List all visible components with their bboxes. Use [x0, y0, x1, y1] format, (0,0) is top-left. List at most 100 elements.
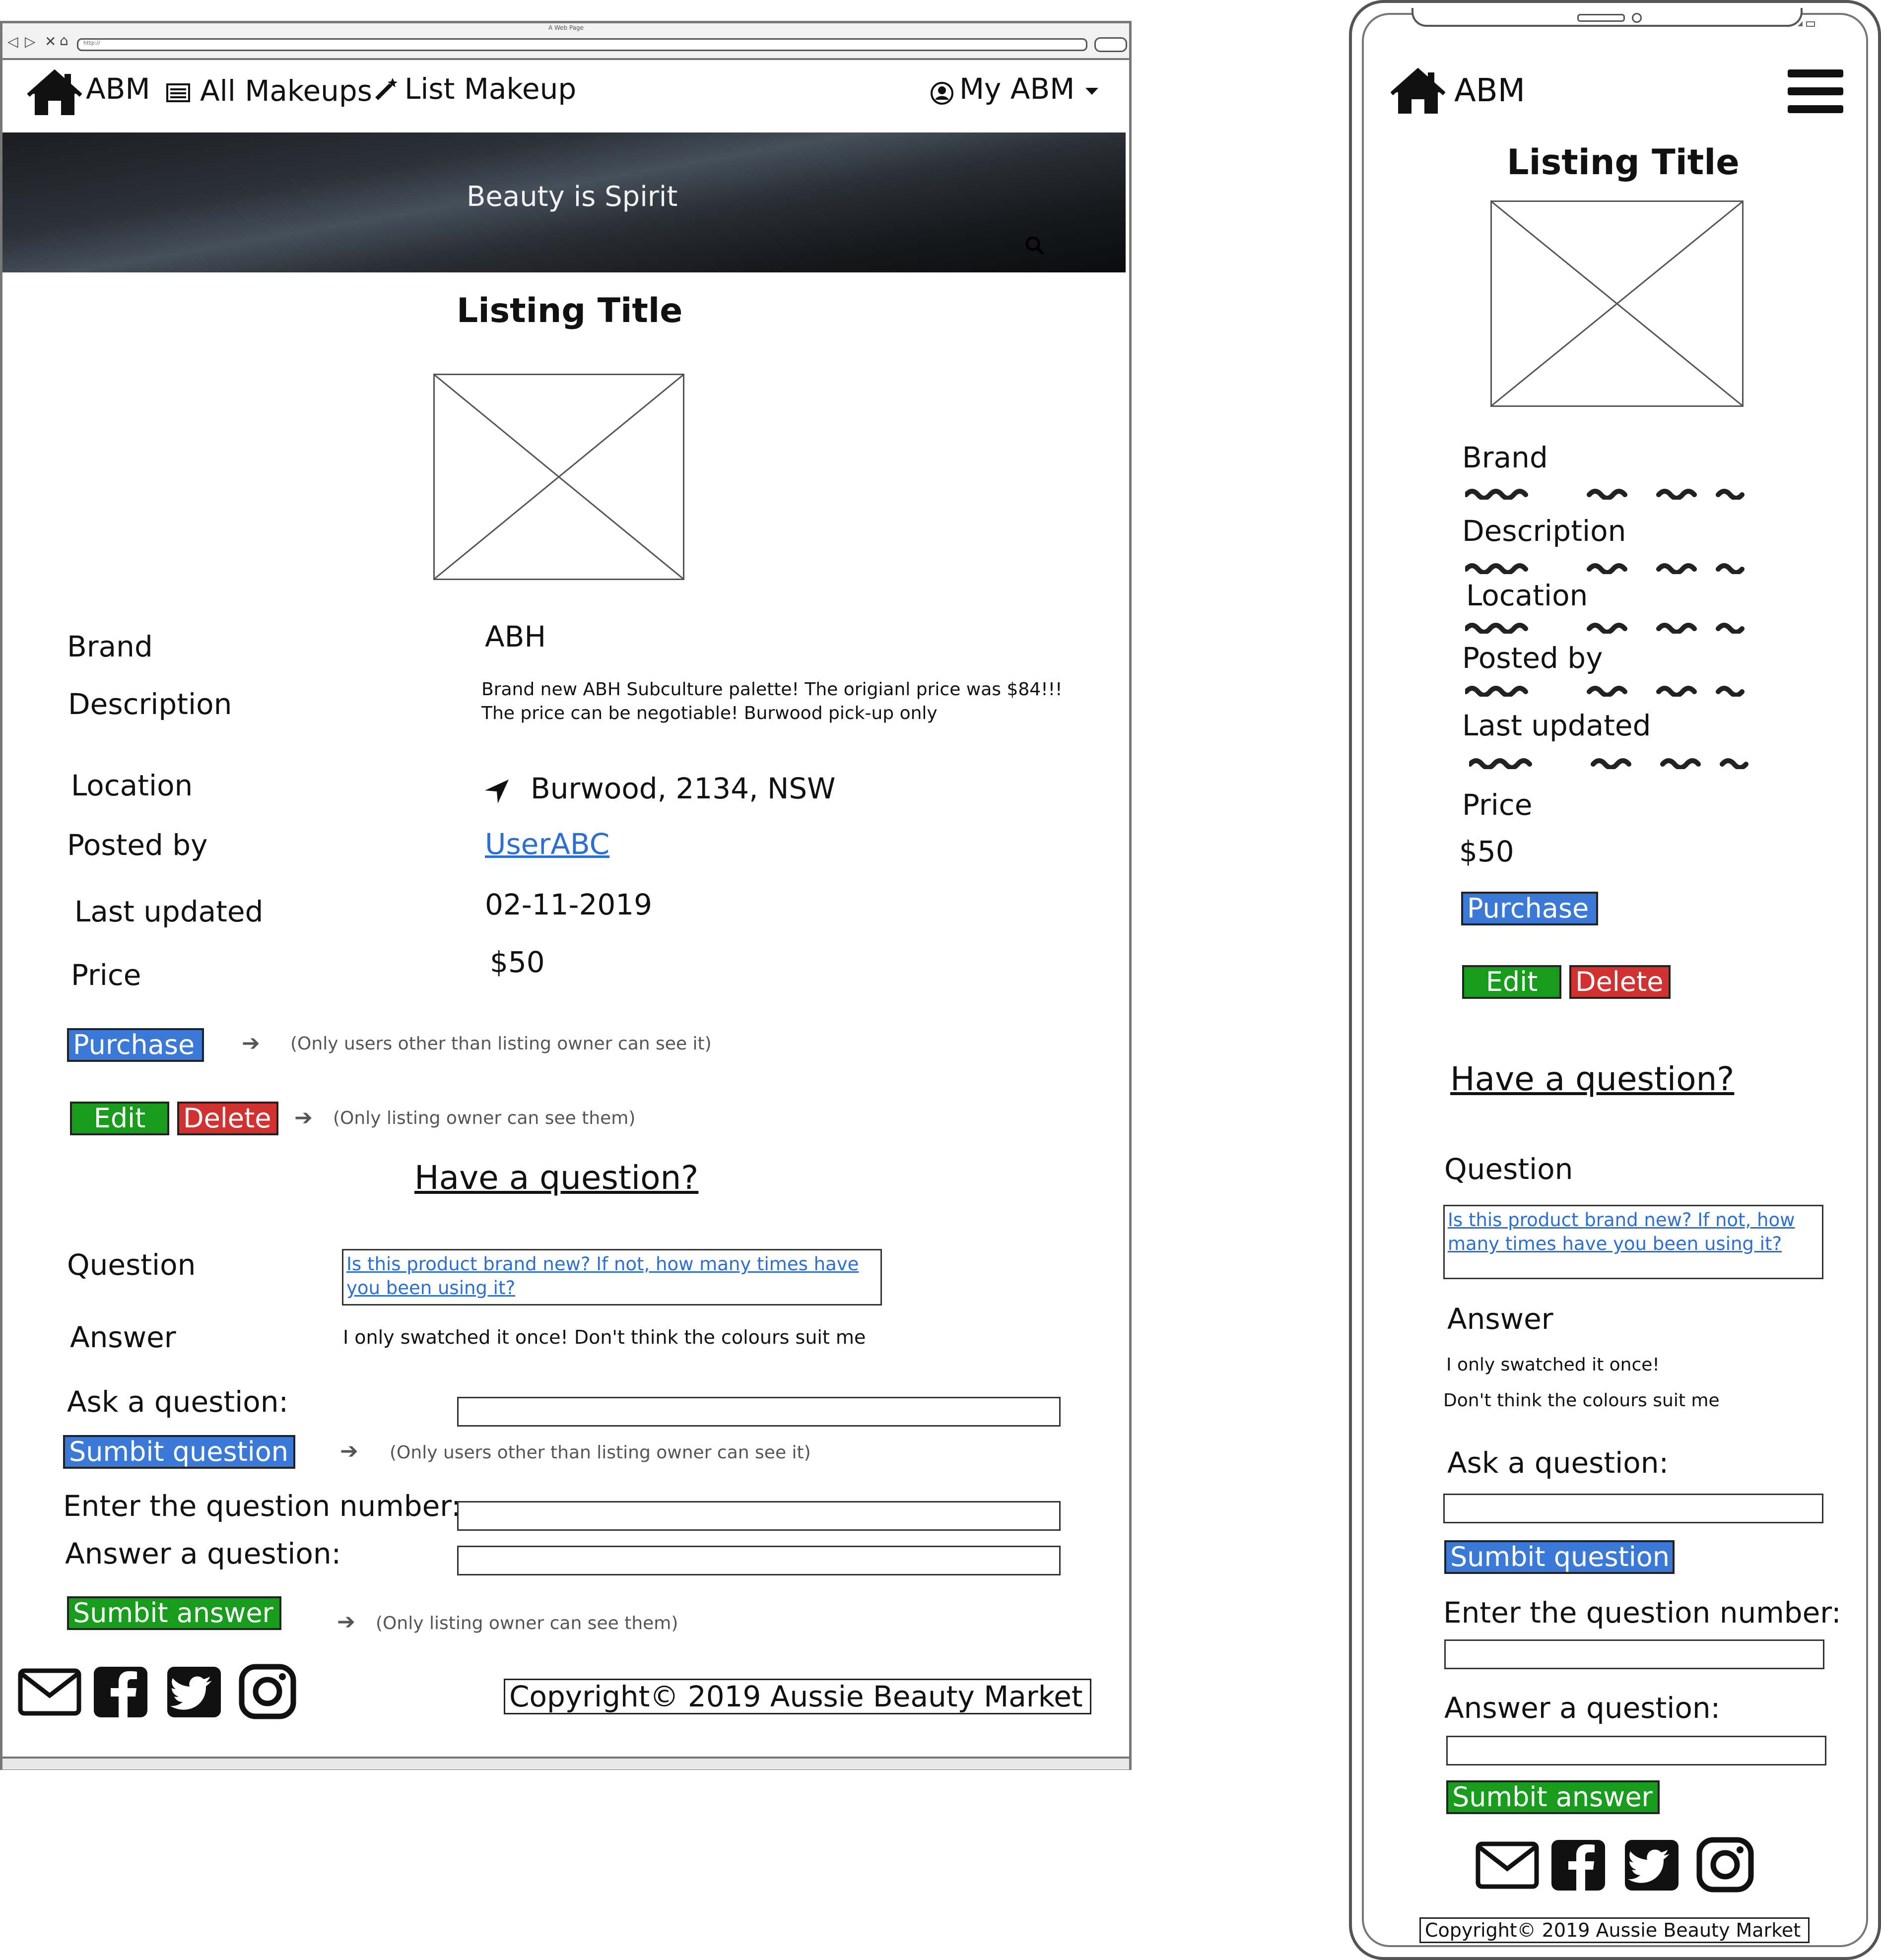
hero-banner: Beauty is Spirit: [2, 132, 1126, 272]
owner-only-note: (Only listing owner can see them): [333, 1108, 636, 1128]
mobile-answer-line-2: Don't think the colours suit me: [1443, 1390, 1720, 1411]
instagram-icon[interactable]: [238, 1664, 297, 1719]
posted-by-label: Posted by: [67, 828, 208, 862]
nav-list-makeup[interactable]: List Makeup: [404, 72, 576, 106]
posted-by-user-link[interactable]: UserABC: [485, 827, 609, 861]
copyright-text: Copyright© 2019 Aussie Beauty Market: [504, 1679, 1091, 1714]
mobile-question-link-line-1[interactable]: Is this product brand new? If not, how: [1448, 1208, 1819, 1232]
mobile-ask-question-input[interactable]: [1443, 1494, 1823, 1523]
home-icon[interactable]: [1390, 66, 1446, 116]
mobile-price-value: $50: [1459, 835, 1514, 868]
brand-label: Brand: [67, 630, 153, 663]
mobile-location-label: Location: [1466, 579, 1588, 612]
description-line-1: Brand new ABH Subculture palette! The or…: [481, 679, 1063, 700]
mobile-last-updated-label: Last updated: [1462, 709, 1651, 742]
answer-question-label: Answer a question:: [65, 1537, 341, 1570]
question-box: Is this product brand new? If not, how m…: [342, 1249, 882, 1306]
desktop-browser-window: A Web Page ◁ ▷ ✕ ⌂ http:// ABM All Makeu…: [0, 21, 1132, 1770]
ask-question-label: Ask a question:: [67, 1385, 289, 1419]
forward-icon[interactable]: ▷: [25, 33, 36, 50]
home-nav-icon[interactable]: ⌂: [60, 32, 68, 49]
mail-icon[interactable]: [17, 1665, 82, 1719]
facebook-icon[interactable]: [91, 1665, 150, 1719]
mobile-copyright-text: Copyright© 2019 Aussie Beauty Market: [1419, 1917, 1810, 1943]
url-text: http://: [83, 40, 100, 46]
submit-answer-button[interactable]: Sumbit answer: [67, 1596, 281, 1630]
status-icons: [1797, 20, 1816, 27]
twitter-icon[interactable]: [1622, 1838, 1681, 1893]
question-link-line-2[interactable]: you been using it?: [346, 1276, 877, 1300]
mobile-edit-button[interactable]: Edit: [1462, 965, 1561, 999]
arrow-right-icon: ➔: [340, 1438, 358, 1464]
mobile-answer-question-label: Answer a question:: [1444, 1691, 1721, 1725]
mobile-submit-question-button[interactable]: Sumbit question: [1444, 1540, 1675, 1574]
back-icon[interactable]: ◁: [7, 33, 18, 50]
mobile-question-number-label: Enter the question number:: [1443, 1596, 1841, 1630]
submit-question-note: (Only users other than listing owner can…: [390, 1442, 811, 1463]
ask-question-input[interactable]: [457, 1397, 1061, 1427]
delete-button[interactable]: Delete: [177, 1102, 278, 1135]
answer-question-input[interactable]: [457, 1546, 1061, 1575]
listing-image-placeholder: [433, 374, 684, 580]
mobile-description-label: Description: [1462, 514, 1626, 548]
description-line-2: The price can be negotiable! Burwood pic…: [481, 703, 938, 723]
browser-status-bar: [2, 1757, 1129, 1769]
mobile-ask-question-label: Ask a question:: [1447, 1446, 1669, 1480]
chevron-down-icon[interactable]: [1083, 85, 1100, 98]
nav-brand[interactable]: ABM: [86, 72, 150, 106]
redacted-text-placeholder: [1465, 623, 1745, 634]
mobile-brand[interactable]: ABM: [1454, 72, 1525, 109]
description-label: Description: [68, 687, 232, 721]
mobile-answer-label: Answer: [1447, 1302, 1553, 1336]
url-bar[interactable]: http://: [77, 38, 1087, 51]
price-label: Price: [71, 958, 141, 992]
mobile-submit-answer-button[interactable]: Sumbit answer: [1446, 1780, 1660, 1814]
mobile-answer-question-input[interactable]: [1446, 1736, 1826, 1765]
mobile-question-number-input[interactable]: [1444, 1639, 1824, 1669]
nav-all-makeups[interactable]: All Makeups: [200, 74, 372, 108]
mobile-price-label: Price: [1462, 788, 1533, 822]
purchase-button[interactable]: Purchase: [67, 1028, 204, 1062]
browser-toolbar: A Web Page ◁ ▷ ✕ ⌂ http://: [2, 23, 1129, 60]
last-updated-label: Last updated: [74, 895, 264, 928]
nav-my-abm[interactable]: My ABM: [959, 72, 1075, 106]
answer-label: Answer: [70, 1320, 176, 1354]
price-value: $50: [490, 945, 545, 979]
list-icon: [166, 83, 190, 103]
browser-search-field[interactable]: [1094, 37, 1127, 52]
mobile-device-frame: ABM Listing Title Brand Description Loca…: [1349, 0, 1881, 1960]
arrow-right-icon: ➔: [242, 1031, 260, 1056]
question-number-input[interactable]: [457, 1501, 1061, 1531]
mobile-question-link-line-2[interactable]: many times have you been using it?: [1448, 1232, 1819, 1256]
arrow-right-icon: ➔: [294, 1105, 313, 1130]
submit-question-button[interactable]: Sumbit question: [63, 1435, 295, 1469]
search-icon[interactable]: [1025, 236, 1045, 256]
facebook-icon[interactable]: [1548, 1838, 1608, 1893]
camera: [1632, 13, 1642, 23]
mobile-listing-title: Listing Title: [1507, 142, 1740, 183]
speaker: [1577, 14, 1625, 22]
wand-icon: [374, 77, 399, 102]
hamburger-menu-icon[interactable]: [1788, 66, 1843, 116]
phone-notch: [1411, 8, 1803, 27]
qa-heading: Have a question?: [414, 1159, 699, 1197]
hero-tagline: Beauty is Spirit: [467, 181, 678, 213]
twitter-icon[interactable]: [164, 1665, 224, 1719]
submit-answer-note: (Only listing owner can see them): [376, 1613, 678, 1633]
instagram-icon[interactable]: [1695, 1837, 1755, 1893]
home-icon[interactable]: [27, 68, 82, 118]
window-title: A Web Page: [548, 24, 584, 31]
location-label: Location: [71, 769, 193, 802]
location-value: Burwood, 2134, NSW: [531, 772, 836, 805]
close-icon[interactable]: ✕: [45, 33, 56, 50]
redacted-text-placeholder: [1469, 758, 1748, 769]
mail-icon[interactable]: [1475, 1838, 1540, 1893]
mobile-listing-image-placeholder: [1490, 200, 1744, 407]
question-label: Question: [67, 1248, 196, 1282]
edit-button[interactable]: Edit: [70, 1102, 169, 1135]
mobile-purchase-button[interactable]: Purchase: [1461, 892, 1598, 925]
mobile-delete-button[interactable]: Delete: [1569, 965, 1671, 999]
redacted-text-placeholder: [1465, 686, 1745, 697]
question-link-line-1[interactable]: Is this product brand new? If not, how m…: [346, 1252, 877, 1276]
purchase-note: (Only users other than listing owner can…: [290, 1034, 712, 1054]
